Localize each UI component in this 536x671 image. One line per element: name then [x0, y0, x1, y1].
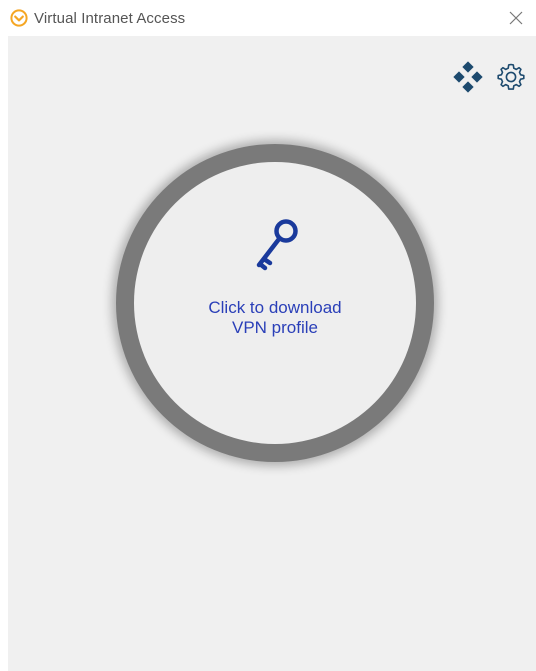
app-window: Virtual Intranet Access Click to downloa…: [0, 0, 536, 671]
main-panel: Click to download VPN profile: [8, 36, 536, 671]
download-profile-button[interactable]: Click to download VPN profile: [134, 162, 416, 444]
network-icon[interactable]: [452, 61, 484, 93]
window-title: Virtual Intranet Access: [34, 10, 186, 27]
close-icon[interactable]: [506, 8, 526, 28]
download-profile-label: Click to download VPN profile: [134, 298, 416, 338]
key-icon: [256, 219, 298, 271]
download-line-2: VPN profile: [232, 318, 318, 337]
gear-icon[interactable]: [495, 61, 527, 93]
download-line-1: Click to download: [208, 298, 342, 317]
app-logo-icon: [10, 9, 28, 27]
title-bar: Virtual Intranet Access: [0, 0, 536, 36]
